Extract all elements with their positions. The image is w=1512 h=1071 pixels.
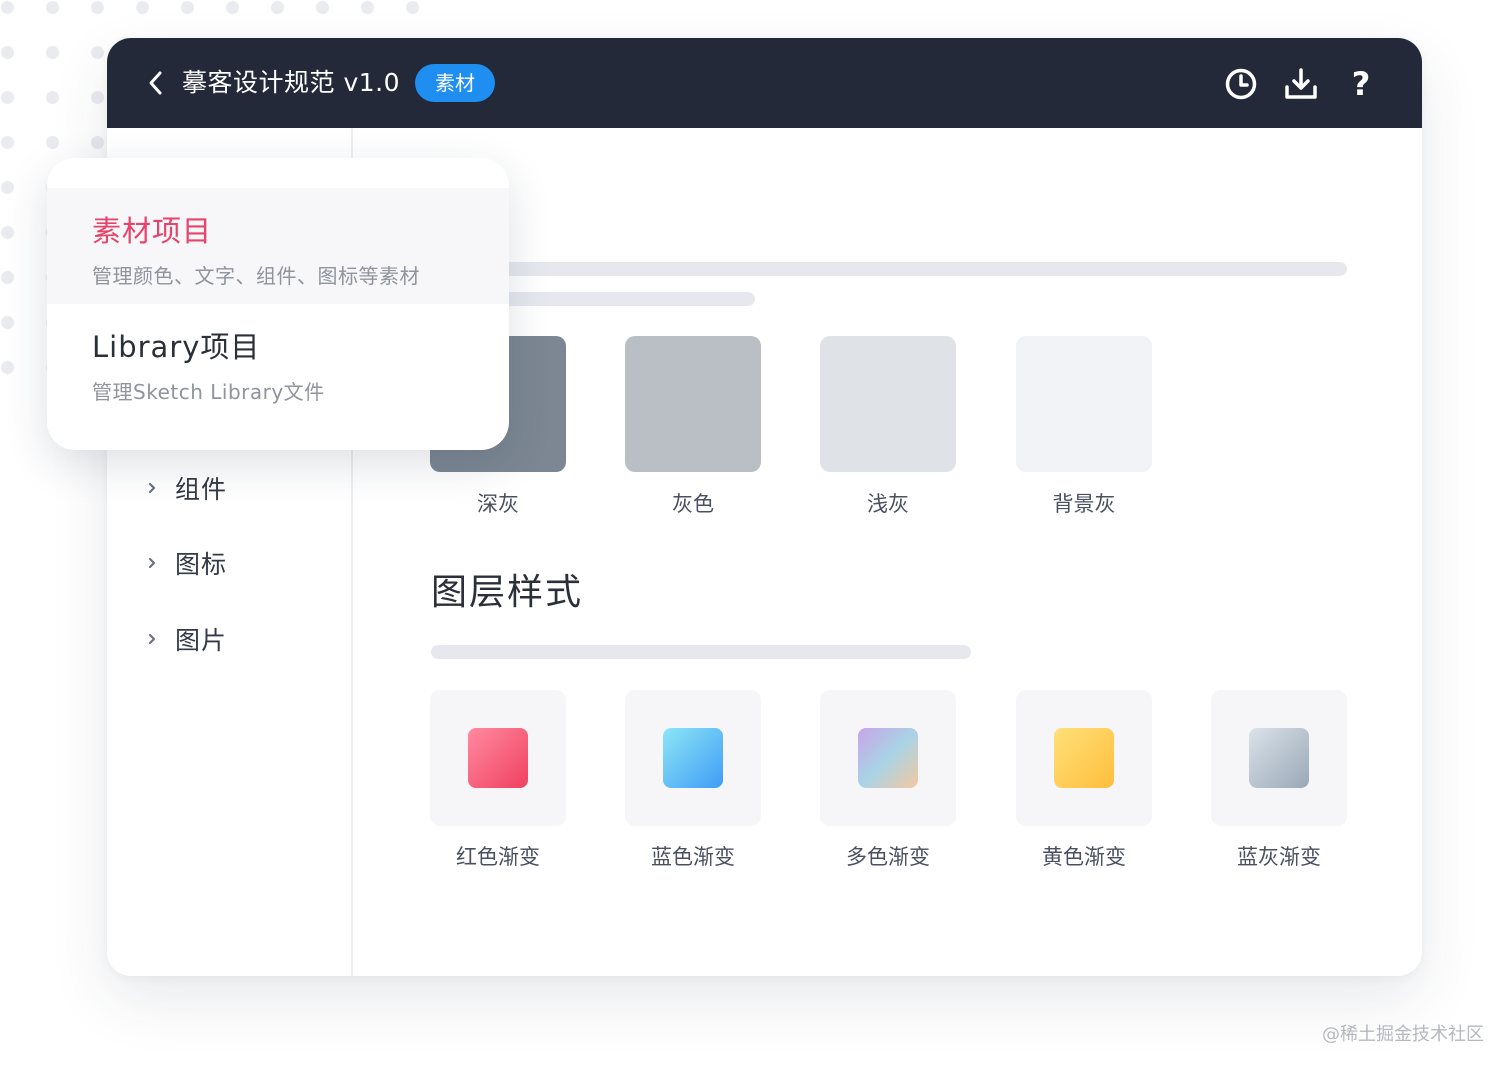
layer-style-label: 多色渐变: [846, 845, 930, 869]
placeholder-bar: [431, 645, 971, 659]
menu-item-title: 素材项目: [92, 214, 213, 248]
menu-item-title: Library项目: [92, 330, 261, 364]
layer-style-label: 黄色渐变: [1042, 845, 1126, 869]
layer-style-blue-gradient[interactable]: [625, 690, 761, 826]
gradient-chip: [858, 728, 918, 788]
layer-style-label: 蓝色渐变: [651, 845, 735, 869]
menu-item-description: 管理颜色、文字、组件、图标等素材: [92, 264, 420, 288]
help-icon[interactable]: ?: [1343, 66, 1379, 102]
swatch-label: 灰色: [672, 492, 714, 516]
gradient-chip: [1054, 728, 1114, 788]
color-swatch-light-gray[interactable]: [820, 336, 956, 472]
menu-item-description: 管理Sketch Library文件: [92, 380, 325, 404]
chevron-right-icon: [147, 482, 159, 494]
chevron-right-icon: [147, 633, 159, 645]
layer-style-multicolor-gradient[interactable]: [820, 690, 956, 826]
sidebar-item-images[interactable]: 图片: [147, 621, 227, 657]
color-swatch-background-gray[interactable]: [1016, 336, 1152, 472]
layer-styles-section-title: 图层样式: [431, 572, 584, 613]
project-type-menu: 素材项目 管理颜色、文字、组件、图标等素材 Library项目 管理Sketch…: [47, 158, 509, 450]
gradient-chip: [468, 728, 528, 788]
swatch-label: 背景灰: [1052, 492, 1116, 516]
layer-style-label: 蓝灰渐变: [1237, 845, 1321, 869]
sidebar-item-label: 组件: [175, 475, 228, 504]
menu-item-asset-project[interactable]: 素材项目 管理颜色、文字、组件、图标等素材: [47, 188, 509, 304]
layer-style-blue-gray-gradient[interactable]: [1211, 690, 1347, 826]
gradient-chip: [663, 728, 723, 788]
placeholder-bar: [431, 262, 1347, 276]
sidebar-item-icons[interactable]: 图标: [147, 545, 227, 581]
project-title: 摹客设计规范 v1.0: [182, 68, 401, 97]
swatch-label: 深灰: [477, 492, 519, 516]
sidebar-item-label: 图标: [175, 550, 228, 579]
layer-style-label: 红色渐变: [456, 845, 540, 869]
download-icon[interactable]: [1283, 66, 1319, 102]
watermark: @稀土掘金技术社区: [1322, 1024, 1484, 1045]
sidebar-item-components[interactable]: 组件: [147, 470, 227, 506]
menu-item-library-project[interactable]: Library项目 管理Sketch Library文件: [47, 304, 509, 420]
layer-style-yellow-gradient[interactable]: [1016, 690, 1152, 826]
sidebar-item-label: 图片: [175, 626, 228, 655]
top-bar: 摹客设计规范 v1.0 素材 ?: [107, 38, 1422, 128]
gradient-chip: [1249, 728, 1309, 788]
history-icon[interactable]: [1223, 66, 1259, 102]
layer-style-red-gradient[interactable]: [430, 690, 566, 826]
swatch-label: 浅灰: [867, 492, 909, 516]
chevron-right-icon: [147, 557, 159, 569]
back-icon[interactable]: [141, 68, 171, 98]
project-type-tag[interactable]: 素材: [415, 64, 495, 102]
color-swatch-gray[interactable]: [625, 336, 761, 472]
